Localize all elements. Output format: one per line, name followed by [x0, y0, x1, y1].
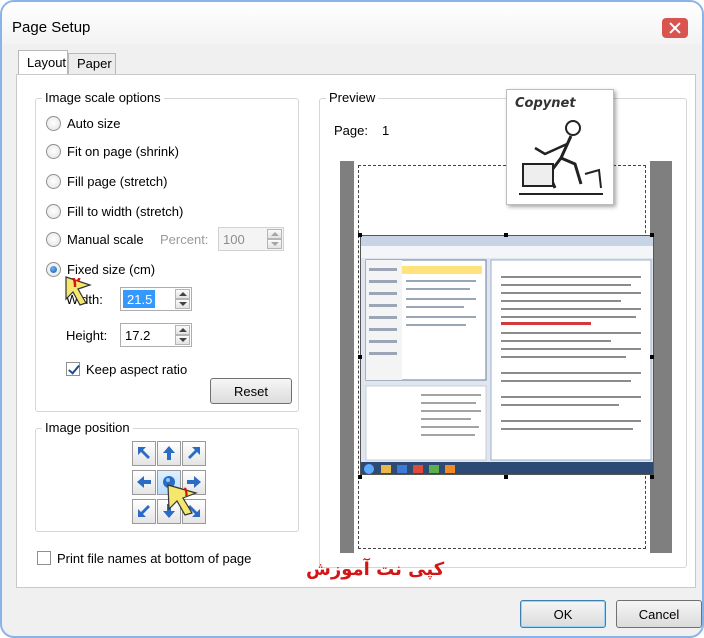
radio-manual-scale-label: Manual scale [67, 231, 144, 247]
image-scale-group-label: Image scale options [42, 90, 164, 105]
radio-auto-size[interactable]: Auto size [46, 113, 120, 133]
arrow-up-icon [163, 446, 175, 460]
radio-fixed-size-dot[interactable] [46, 261, 61, 277]
arrow-up-right-icon [188, 447, 200, 459]
preview-image [360, 235, 654, 475]
position-grid: ۱ [132, 441, 206, 525]
keep-aspect-checkbox[interactable]: Keep aspect ratio [66, 360, 187, 378]
resize-handle[interactable] [650, 475, 654, 479]
height-stepper[interactable] [120, 323, 192, 347]
image-scale-group: Image scale options Auto size Fit on pag… [35, 90, 299, 412]
width-stepper[interactable] [120, 287, 192, 311]
width-up-button[interactable] [175, 289, 190, 299]
resize-handle[interactable] [650, 355, 654, 359]
copynet-logo-text: Copynet [515, 96, 576, 111]
resize-handle[interactable] [650, 233, 654, 237]
layout-panel: Image scale options Auto size Fit on pag… [16, 74, 696, 588]
radio-fill-page[interactable]: Fill page (stretch) [46, 171, 167, 191]
resize-handle[interactable] [504, 475, 508, 479]
radio-fixed-size[interactable]: Fixed size (cm) [46, 259, 155, 279]
page-number: 1 [382, 123, 390, 138]
arrow-down-left-icon [138, 505, 150, 517]
window-title: Page Setup [12, 19, 91, 36]
height-up-button[interactable] [175, 325, 190, 335]
arrow-up-left-icon [138, 447, 150, 459]
radio-fit-on-page-label: Fit on page (shrink) [67, 143, 179, 159]
radio-fill-page-label: Fill page (stretch) [67, 173, 168, 189]
preview-canvas [340, 161, 672, 553]
resize-handle[interactable] [358, 233, 362, 237]
resize-handle[interactable] [358, 475, 362, 479]
preview-paper [354, 161, 654, 553]
position-top-center-button[interactable] [157, 441, 181, 466]
annotation-marker-1: ۱ [182, 485, 190, 500]
height-label: Height: [66, 328, 108, 343]
annotation-marker-2: ۲ [72, 275, 81, 291]
radio-auto-size-dot[interactable] [46, 115, 61, 131]
resize-handle[interactable] [504, 233, 508, 237]
cancel-button[interactable]: Cancel [616, 600, 702, 628]
percent-up-button[interactable] [267, 229, 282, 239]
image-position-group-label: Image position [42, 420, 133, 435]
keep-aspect-checkbox-box[interactable] [66, 362, 80, 376]
preview-group: Preview Page: 1 Copynet [319, 89, 687, 568]
position-bottom-left-button[interactable] [132, 499, 156, 524]
radio-fill-to-width-dot[interactable] [46, 203, 61, 219]
tab-paper[interactable]: Paper [68, 53, 116, 74]
percent-label: Percent: [160, 232, 209, 247]
percent-stepper[interactable] [218, 227, 284, 251]
percent-input[interactable] [219, 228, 267, 250]
width-input[interactable] [123, 290, 155, 308]
percent-down-button[interactable] [267, 239, 282, 249]
radio-fit-on-page-dot[interactable] [46, 143, 61, 159]
height-down-button[interactable] [175, 335, 190, 345]
resize-handle[interactable] [358, 355, 362, 359]
page-label: Page: [334, 123, 368, 138]
radio-manual-scale[interactable]: Manual scale [46, 229, 144, 249]
position-middle-left-button[interactable] [132, 470, 156, 495]
radio-fill-page-dot[interactable] [46, 173, 61, 189]
copynet-logo: Copynet [506, 89, 614, 205]
tab-layout[interactable]: Layout [18, 50, 68, 75]
robot-logo-icon [519, 120, 603, 195]
preview-group-label: Preview [326, 90, 379, 105]
radio-fill-to-width-label: Fill to width (stretch) [67, 203, 184, 219]
arrow-left-icon [137, 476, 151, 488]
ok-button[interactable]: OK [520, 600, 606, 628]
footer-annotation: کپی نت آموزش [306, 559, 445, 580]
print-filenames-label: Print file names at bottom of page [57, 550, 252, 566]
position-top-left-button[interactable] [132, 441, 156, 466]
image-position-group: Image position ۱ [35, 420, 299, 532]
height-input[interactable] [121, 324, 173, 346]
title-bar[interactable]: Page Setup [2, 2, 702, 44]
screenshot-thumbnail-icon [361, 236, 653, 474]
print-filenames-checkbox[interactable]: Print file names at bottom of page [37, 549, 251, 567]
radio-fill-to-width[interactable]: Fill to width (stretch) [46, 201, 183, 221]
radio-auto-size-label: Auto size [67, 115, 121, 131]
position-top-right-button[interactable] [182, 441, 206, 466]
radio-manual-scale-dot[interactable] [46, 231, 61, 247]
radio-fit-on-page[interactable]: Fit on page (shrink) [46, 141, 179, 161]
close-icon[interactable] [662, 18, 688, 38]
width-down-button[interactable] [175, 299, 190, 309]
reset-button[interactable]: Reset [210, 378, 292, 404]
page-setup-dialog: Page Setup Layout Paper Image scale opti… [0, 0, 704, 638]
keep-aspect-label: Keep aspect ratio [86, 361, 188, 377]
print-filenames-checkbox-box[interactable] [37, 551, 51, 565]
